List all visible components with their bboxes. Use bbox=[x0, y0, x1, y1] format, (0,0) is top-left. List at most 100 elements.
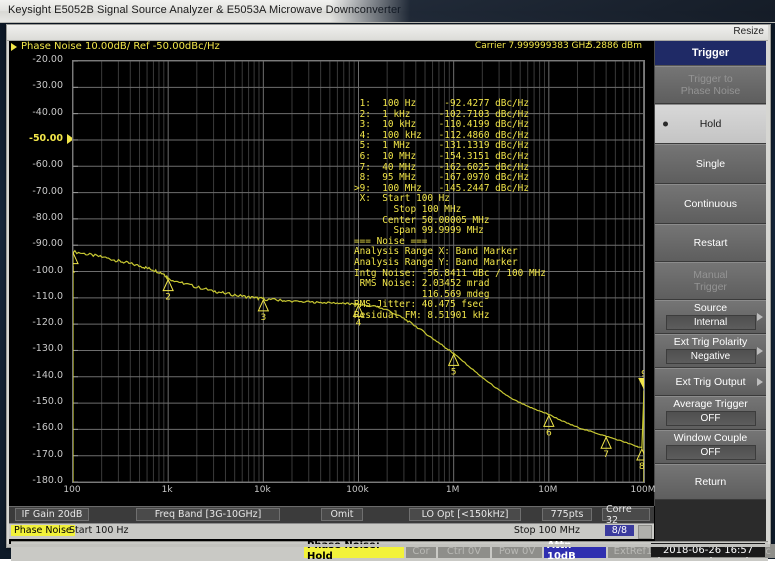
x-axis-tick-label: 1M bbox=[446, 485, 460, 495]
lo-opt-button[interactable]: LO Opt [<150kHz] bbox=[409, 508, 521, 521]
softkey-value[interactable]: Negative bbox=[666, 349, 756, 364]
softkey-list: Trigger toPhase Noise Hold Single Continuou… bbox=[655, 66, 766, 500]
softkey-menu: Trigger Trigger toPhase NoiseHoldSingleC… bbox=[655, 41, 766, 544]
status-sweep-count: 8/8 bbox=[605, 525, 634, 536]
marker-readout-row: Stop 100 MHz bbox=[354, 205, 546, 216]
plot-marker-1[interactable]: 1 bbox=[73, 253, 78, 276]
resize-bar[interactable]: Resize bbox=[7, 25, 768, 41]
graph-panel[interactable]: Phase Noise 10.00dB/ Ref -50.00dBc/Hz Ca… bbox=[9, 41, 655, 506]
marker-readout-table: 1: 100 Hz -92.4277 dBc/Hz 2: 1 kHz -102.… bbox=[354, 99, 546, 321]
y-axis-tick-label: -80.00 bbox=[11, 212, 63, 223]
softkey-label: Ext Trig Polarity bbox=[674, 336, 748, 348]
instrument-screen: Phase Noise 10.00dB/ Ref -50.00dBc/Hz Ca… bbox=[9, 41, 766, 544]
active-channel-arrow-icon bbox=[11, 43, 17, 51]
softkey-label: Source bbox=[694, 302, 727, 314]
carrier-power-label: 5.2886 dBm bbox=[587, 41, 642, 51]
y-axis-tick-label: -20.00 bbox=[11, 54, 63, 65]
instrument-app-frame: Resize Phase Noise 10.00dB/ Ref -50.00dB… bbox=[6, 24, 771, 548]
svg-text:5: 5 bbox=[451, 367, 457, 377]
y-axis-tick-label: -100.0 bbox=[11, 265, 63, 276]
svg-text:6: 6 bbox=[546, 428, 552, 438]
svg-text:9: 9 bbox=[641, 370, 644, 380]
softkey-label: Hold bbox=[700, 118, 722, 130]
window-titlebar: Keysight E5052B Signal Source Analyzer &… bbox=[0, 0, 775, 23]
y-axis-tick-label: -110.0 bbox=[11, 291, 63, 302]
softkey-label: Restart bbox=[694, 237, 728, 249]
softkey-label: Trigger toPhase Noise bbox=[681, 73, 741, 97]
softkey-trigger-to-phase-noise: Trigger toPhase Noise bbox=[655, 66, 766, 104]
softkey-label: Single bbox=[696, 158, 725, 170]
softkey-average-trigger[interactable]: Average TriggerOFF bbox=[655, 396, 766, 430]
radio-dot-icon bbox=[663, 122, 668, 127]
y-axis-tick-label: -60.00 bbox=[11, 159, 63, 170]
setup-parameter-bar: IF Gain 20dB Freq Band [3G-10GHz] Omit L… bbox=[9, 506, 654, 523]
chevron-right-icon bbox=[757, 313, 763, 321]
frame-bottom-edge bbox=[7, 544, 770, 547]
status-start-freq: Start 100 Hz bbox=[69, 525, 129, 536]
resize-label[interactable]: Resize bbox=[733, 26, 764, 37]
y-axis-tick-label: -150.0 bbox=[11, 396, 63, 407]
marker-readout-row: 6: 10 MHz -154.3151 dBc/Hz bbox=[354, 152, 546, 163]
softkey-restart[interactable]: Restart bbox=[655, 224, 766, 262]
points-button[interactable]: 775pts bbox=[542, 508, 592, 521]
y-axis-tick-label: -50.00 bbox=[11, 133, 63, 144]
plot-marker-8[interactable]: 8 bbox=[637, 449, 644, 472]
softkey-hold[interactable]: Hold bbox=[655, 104, 766, 144]
y-axis-tick-label: -120.0 bbox=[11, 317, 63, 328]
softkey-value[interactable]: Internal bbox=[666, 315, 756, 330]
if-gain-button[interactable]: IF Gain 20dB bbox=[15, 508, 89, 521]
softkey-ext-trig-output[interactable]: Ext Trig Output bbox=[655, 368, 766, 396]
softkey-label: ManualTrigger bbox=[693, 269, 727, 293]
correlation-button[interactable]: Corre 32 bbox=[602, 508, 650, 521]
softkey-label: Continuous bbox=[684, 198, 737, 210]
x-axis-tick-label: 1k bbox=[162, 485, 173, 495]
y-axis-tick-label: -90.00 bbox=[11, 238, 63, 249]
titlebar-shade bbox=[330, 0, 775, 22]
y-axis-tick-label: -30.00 bbox=[11, 80, 63, 91]
softkey-source[interactable]: SourceInternal bbox=[655, 300, 766, 334]
y-axis-tick-label: -140.0 bbox=[11, 370, 63, 381]
y-axis-tick-label: -130.0 bbox=[11, 343, 63, 354]
application-window: Keysight E5052B Signal Source Analyzer &… bbox=[0, 0, 775, 559]
softkey-label: Average Trigger bbox=[673, 398, 748, 410]
softkey-manual-trigger: ManualTrigger bbox=[655, 262, 766, 300]
softkey-label: Ext Trig Output bbox=[675, 376, 745, 388]
x-axis-tick-label: 100M bbox=[631, 485, 656, 495]
marker-readout-row: Residual FM: 8.51901 kHz bbox=[354, 311, 546, 322]
channel-header: Phase Noise 10.00dB/ Ref -50.00dBc/Hz Ca… bbox=[9, 41, 654, 55]
svg-text:3: 3 bbox=[260, 313, 266, 323]
sweep-status-line: Phase Noise Start 100 Hz Stop 100 MHz 8/… bbox=[9, 523, 654, 539]
carrier-frequency-label: Carrier 7.999999383 GHz bbox=[475, 41, 590, 51]
softkey-label: Window Couple bbox=[674, 432, 748, 444]
x-axis-tick-label: 10k bbox=[254, 485, 271, 495]
marker-readout-row: Analysis Range Y: Band Marker bbox=[354, 258, 546, 269]
softkey-label: Return bbox=[695, 476, 727, 488]
svg-text:7: 7 bbox=[603, 450, 609, 460]
y-axis-tick-label: -160.0 bbox=[11, 422, 63, 433]
x-axis-tick-label: 10M bbox=[538, 485, 557, 495]
softkey-window-couple[interactable]: Window CoupleOFF bbox=[655, 430, 766, 464]
marker-readout-row: 1: 100 Hz -92.4277 dBc/Hz bbox=[354, 99, 546, 110]
chevron-right-icon bbox=[757, 347, 763, 355]
omit-button[interactable]: Omit bbox=[321, 508, 363, 521]
y-axis-tick-label: -180.0 bbox=[11, 475, 63, 486]
softkey-return[interactable]: Return bbox=[655, 464, 766, 500]
status-channel-badge: Phase Noise bbox=[11, 525, 75, 536]
softkey-continuous[interactable]: Continuous bbox=[655, 184, 766, 224]
softkey-value[interactable]: OFF bbox=[666, 411, 756, 426]
status-scroll-handle[interactable] bbox=[638, 525, 652, 539]
softkey-single[interactable]: Single bbox=[655, 144, 766, 184]
x-axis-tick-label: 100k bbox=[346, 485, 368, 495]
freq-band-button[interactable]: Freq Band [3G-10GHz] bbox=[136, 508, 280, 521]
svg-text:8: 8 bbox=[639, 462, 644, 472]
chevron-right-icon bbox=[757, 378, 763, 386]
softkey-ext-trig-polarity[interactable]: Ext Trig PolarityNegative bbox=[655, 334, 766, 368]
status-stop-freq: Stop 100 MHz bbox=[514, 525, 580, 536]
svg-text:1: 1 bbox=[73, 266, 76, 276]
x-axis-tick-label: 100 bbox=[63, 485, 80, 495]
y-axis-tick-label: -170.0 bbox=[11, 449, 63, 460]
svg-text:2: 2 bbox=[165, 293, 171, 303]
softkey-value[interactable]: OFF bbox=[666, 445, 756, 460]
trace-scale-label: Phase Noise 10.00dB/ Ref -50.00dBc/Hz bbox=[21, 41, 220, 52]
y-axis-tick-label: -40.00 bbox=[11, 107, 63, 118]
